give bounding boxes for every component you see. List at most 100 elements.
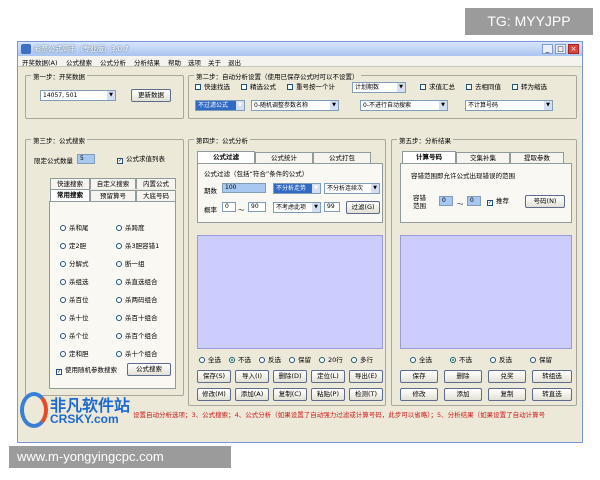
multi-rows-radio[interactable]: 多行 bbox=[351, 356, 373, 364]
to-direct-button[interactable]: 转直选 bbox=[532, 388, 572, 401]
locate-button[interactable]: 定位(L) bbox=[311, 370, 345, 383]
select-none-radio[interactable]: 不选 bbox=[229, 356, 251, 364]
menu-item-exit[interactable]: 退出 bbox=[228, 57, 241, 67]
rate-condition-select[interactable]: 不考虑此项 ▼ bbox=[273, 202, 321, 213]
menu-item-results[interactable]: 分析结果 bbox=[134, 57, 160, 67]
random-param-select[interactable]: 0-随机调整参数名称 ▼ bbox=[251, 100, 339, 111]
dedupe-checkbox[interactable]: 去相同值 bbox=[466, 83, 501, 91]
detect-button[interactable]: 检测(T) bbox=[349, 388, 383, 401]
menu-item-formula-analysis[interactable]: 公式分析 bbox=[100, 57, 126, 67]
redeem-button[interactable]: 兑奖 bbox=[488, 370, 526, 383]
method-radio[interactable]: 杀两码组合 bbox=[116, 296, 158, 304]
rate-max-input[interactable]: 90 bbox=[248, 202, 266, 212]
method-radio[interactable]: 杀十个组合 bbox=[116, 350, 158, 358]
copy-result-button[interactable]: 复制 bbox=[488, 388, 526, 401]
update-data-button[interactable]: 更新数据 bbox=[131, 89, 171, 102]
tab-quick-search[interactable]: 快速搜索 bbox=[50, 178, 90, 189]
add-button[interactable]: 添加(A) bbox=[235, 388, 269, 401]
tab-reserved-calc[interactable]: 预留算号 bbox=[90, 190, 136, 201]
tab-big-base[interactable]: 大底号码 bbox=[136, 190, 176, 201]
method-radio[interactable]: 杀百位 bbox=[60, 296, 89, 304]
menu-item-options[interactable]: 选项 bbox=[188, 57, 201, 67]
auto-search-select[interactable]: 0-不进行自动搜索 ▼ bbox=[360, 100, 448, 111]
method-radio[interactable]: 定2胆 bbox=[60, 242, 86, 250]
copy-button[interactable]: 复制(C) bbox=[273, 388, 307, 401]
method-radio[interactable]: 断一组 bbox=[116, 260, 145, 268]
convert-checkbox[interactable]: 转为缩选 bbox=[512, 83, 547, 91]
step3-group: 第三步：公式搜索 限定公式数量 5 ✓ 公式求值列表 快速搜索 自定义搜索 内置公… bbox=[25, 135, 184, 396]
menu-item-help[interactable]: 帮助 bbox=[168, 57, 181, 67]
keep-radio[interactable]: 保留 bbox=[289, 356, 311, 364]
select-all-radio[interactable]: 全选 bbox=[410, 356, 432, 364]
calc-number-select[interactable]: 不计算号码 ▼ bbox=[465, 100, 553, 111]
menu-item-about[interactable]: 关于 bbox=[208, 57, 221, 67]
consecutive-select[interactable]: 不分析连续次 ▼ bbox=[324, 183, 380, 194]
tab-calc-numbers[interactable]: 计算号码 bbox=[402, 151, 456, 163]
delete-result-button[interactable]: 删除 bbox=[444, 370, 482, 383]
select-none-radio[interactable]: 不选 bbox=[450, 356, 472, 364]
keep-radio[interactable]: 保留 bbox=[530, 356, 552, 364]
tab-formula-filter[interactable]: 公式过滤 bbox=[197, 151, 255, 163]
save-result-button[interactable]: 保存 bbox=[400, 370, 438, 383]
close-button[interactable]: × bbox=[568, 44, 579, 54]
export-button[interactable]: 导出(E) bbox=[349, 370, 383, 383]
method-radio[interactable]: 杀百十组合 bbox=[116, 314, 158, 322]
method-radio[interactable]: 杀直选组合 bbox=[116, 278, 158, 286]
menu-item-formula-search[interactable]: 公式搜索 bbox=[66, 57, 92, 67]
import-button[interactable]: 导入(I) bbox=[235, 370, 269, 383]
minimize-button[interactable]: _ bbox=[542, 44, 553, 54]
tab-common-search[interactable]: 常用搜索 bbox=[50, 189, 90, 201]
method-radio[interactable]: 定和胆 bbox=[60, 350, 89, 358]
rate-min-input[interactable]: 0 bbox=[222, 202, 236, 212]
formula-list-area[interactable] bbox=[197, 235, 383, 349]
tab-formula-pack[interactable]: 公式打包 bbox=[313, 152, 371, 163]
filter-button[interactable]: 过滤(G) bbox=[346, 201, 380, 214]
period-select[interactable]: 14057, 501 ▼ bbox=[40, 90, 116, 101]
value-summary-checkbox[interactable]: 求值汇总 bbox=[420, 83, 455, 91]
recommend-checkbox[interactable]: ✓ 推荐 bbox=[487, 197, 509, 206]
tab-intersection[interactable]: 交集补集 bbox=[456, 152, 510, 163]
method-radio[interactable]: 杀个位 bbox=[60, 332, 89, 340]
show-value-list-checkbox[interactable]: ✓ 公式求值列表 bbox=[117, 155, 165, 164]
range-max-input[interactable]: 0 bbox=[467, 196, 481, 206]
method-radio[interactable]: 杀和尾 bbox=[60, 224, 89, 232]
method-radio[interactable]: 杀3胆容错1 bbox=[116, 242, 159, 250]
quick-select-checkbox[interactable]: 快速找选 bbox=[195, 83, 230, 91]
tab-extract-params[interactable]: 提取参数 bbox=[510, 152, 564, 163]
method-radio[interactable]: 杀百个组合 bbox=[116, 332, 158, 340]
method-radio[interactable]: 杀跨度 bbox=[116, 224, 145, 232]
twenty-rows-radio[interactable]: 20行 bbox=[319, 356, 343, 364]
modify-result-button[interactable]: 修改 bbox=[400, 388, 438, 401]
add-result-button[interactable]: 添加 bbox=[444, 388, 482, 401]
number-button[interactable]: 号码(N) bbox=[525, 195, 565, 208]
method-radio[interactable]: 杀组选 bbox=[60, 278, 89, 286]
modify-button[interactable]: 修改(M) bbox=[197, 388, 231, 401]
random-param-checkbox[interactable]: ✓ 使用随机参数搜索 bbox=[56, 366, 117, 375]
select-all-radio[interactable]: 全选 bbox=[199, 356, 221, 364]
filter-formula-select[interactable]: 不过滤公式 ▼ bbox=[195, 100, 245, 111]
rate-value-input[interactable]: 99 bbox=[324, 202, 340, 212]
delete-button[interactable]: 删除(D) bbox=[273, 370, 307, 383]
fine-formula-checkbox[interactable]: 精选公式 bbox=[241, 83, 276, 91]
title-bar[interactable]: 彩票公式高手（专业版）3.0.7 _ □ × bbox=[18, 42, 582, 56]
tab-custom-search[interactable]: 自定义搜索 bbox=[90, 178, 136, 189]
trend-select[interactable]: 不分析走势 ▼ bbox=[273, 183, 321, 194]
formula-search-button[interactable]: 公式搜索 bbox=[127, 363, 171, 376]
period-input[interactable]: 100 bbox=[222, 183, 266, 193]
maximize-button[interactable]: □ bbox=[555, 44, 566, 54]
repeat-count-checkbox[interactable]: 重号按一个计 bbox=[287, 83, 335, 91]
limit-count-input[interactable]: 5 bbox=[77, 154, 95, 164]
method-radio[interactable]: 杀十位 bbox=[60, 314, 89, 322]
method-radio[interactable]: 分解式 bbox=[60, 260, 89, 268]
to-group-button[interactable]: 转组选 bbox=[532, 370, 572, 383]
invert-select-radio[interactable]: 反选 bbox=[490, 356, 512, 364]
save-button[interactable]: 保存(S) bbox=[197, 370, 231, 383]
result-list-area[interactable] bbox=[400, 235, 572, 349]
plan-period-select[interactable]: 计划期数 ▼ bbox=[352, 82, 406, 93]
range-min-input[interactable]: 0 bbox=[439, 196, 453, 206]
tab-builtin-formula[interactable]: 内置公式 bbox=[136, 178, 176, 189]
menu-item-data[interactable]: 开奖数据(A) bbox=[22, 57, 58, 67]
paste-button[interactable]: 粘贴(P) bbox=[311, 388, 345, 401]
tab-formula-stats[interactable]: 公式统计 bbox=[255, 152, 313, 163]
invert-select-radio[interactable]: 反选 bbox=[259, 356, 281, 364]
